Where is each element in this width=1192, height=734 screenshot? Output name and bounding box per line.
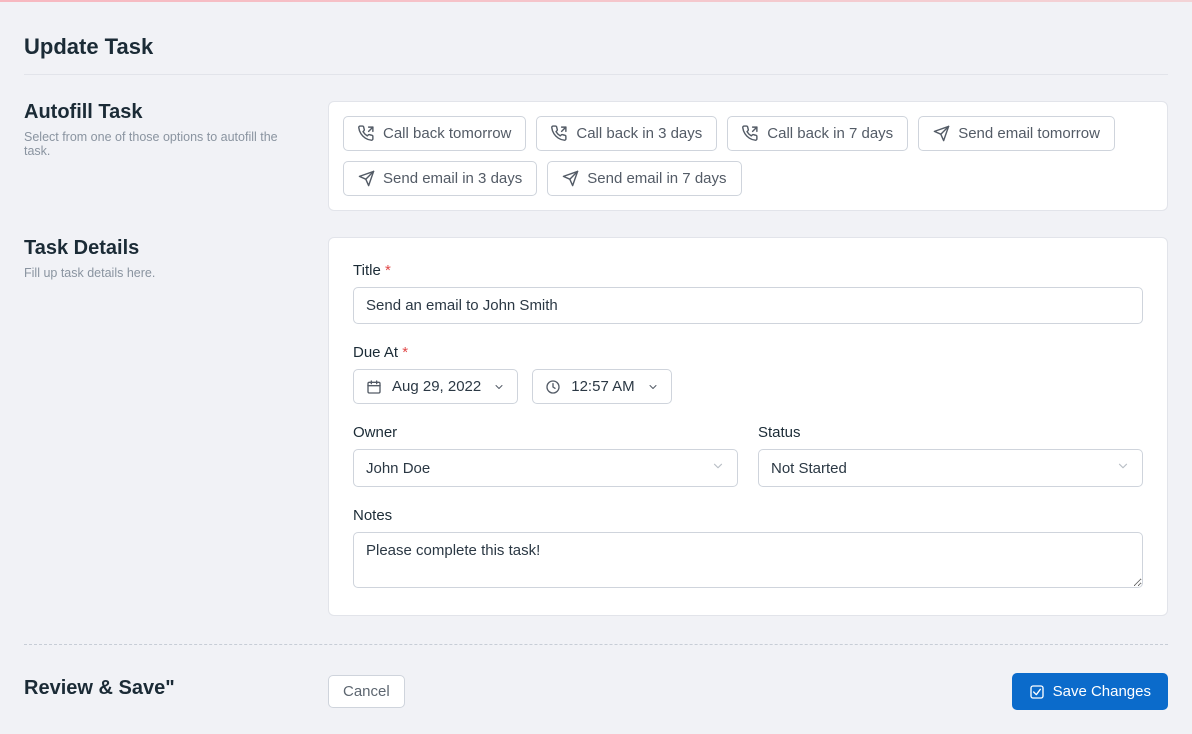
send-icon — [562, 170, 579, 187]
autofill-section-title: Autofill Task — [24, 101, 304, 124]
cancel-button[interactable]: Cancel — [328, 675, 405, 708]
autofill-options-container: Call back tomorrow Call back in 3 days Cal… — [343, 116, 1153, 196]
send-icon — [358, 170, 375, 187]
phone-icon — [358, 125, 375, 142]
due-at-label-text: Due At — [353, 344, 398, 361]
send-icon — [933, 125, 950, 142]
page-title: Update Task — [24, 2, 1168, 74]
divider-dashed — [24, 644, 1168, 645]
status-value: Not Started — [771, 460, 847, 477]
due-date-picker[interactable]: Aug 29, 2022 — [353, 369, 518, 404]
chevron-down-icon — [647, 381, 659, 393]
chevron-down-icon — [1116, 459, 1130, 477]
status-select[interactable]: Not Started — [758, 449, 1143, 487]
required-marker: * — [402, 344, 408, 361]
title-input[interactable] — [353, 287, 1143, 324]
owner-select[interactable]: John Doe — [353, 449, 738, 487]
autofill-option-label: Send email tomorrow — [958, 125, 1100, 142]
autofill-option-label: Call back in 7 days — [767, 125, 893, 142]
autofill-option-3[interactable]: Send email tomorrow — [918, 116, 1115, 151]
task-details-section-title: Task Details — [24, 237, 304, 260]
autofill-option-5[interactable]: Send email in 7 days — [547, 161, 741, 196]
save-button[interactable]: Save Changes — [1012, 673, 1168, 710]
task-details-section-subtitle: Fill up task details here. — [24, 266, 304, 280]
notes-label: Notes — [353, 507, 1143, 524]
due-date-value: Aug 29, 2022 — [392, 378, 481, 395]
title-label-text: Title — [353, 262, 381, 279]
check-icon — [1029, 684, 1045, 700]
autofill-option-label: Call back tomorrow — [383, 125, 511, 142]
title-label: Title * — [353, 262, 1143, 279]
due-time-value: 12:57 AM — [571, 378, 634, 395]
autofill-option-1[interactable]: Call back in 3 days — [536, 116, 717, 151]
due-time-picker[interactable]: 12:57 AM — [532, 369, 671, 404]
save-button-label: Save Changes — [1053, 683, 1151, 700]
autofill-option-label: Send email in 3 days — [383, 170, 522, 187]
clock-icon — [545, 379, 561, 395]
owner-label: Owner — [353, 424, 738, 441]
phone-icon — [551, 125, 568, 142]
notes-textarea[interactable] — [353, 532, 1143, 588]
autofill-section-subtitle: Select from one of those options to auto… — [24, 130, 304, 158]
calendar-icon — [366, 379, 382, 395]
chevron-down-icon — [711, 459, 725, 477]
autofill-option-label: Send email in 7 days — [587, 170, 726, 187]
divider — [24, 74, 1168, 75]
phone-icon — [742, 125, 759, 142]
autofill-option-label: Call back in 3 days — [576, 125, 702, 142]
status-label: Status — [758, 424, 1143, 441]
owner-value: John Doe — [366, 460, 430, 477]
autofill-option-0[interactable]: Call back tomorrow — [343, 116, 526, 151]
due-at-label: Due At * — [353, 344, 1143, 361]
review-section-title: Review & Save" — [24, 677, 304, 700]
required-marker: * — [385, 262, 391, 279]
chevron-down-icon — [493, 381, 505, 393]
autofill-option-4[interactable]: Send email in 3 days — [343, 161, 537, 196]
autofill-option-2[interactable]: Call back in 7 days — [727, 116, 908, 151]
